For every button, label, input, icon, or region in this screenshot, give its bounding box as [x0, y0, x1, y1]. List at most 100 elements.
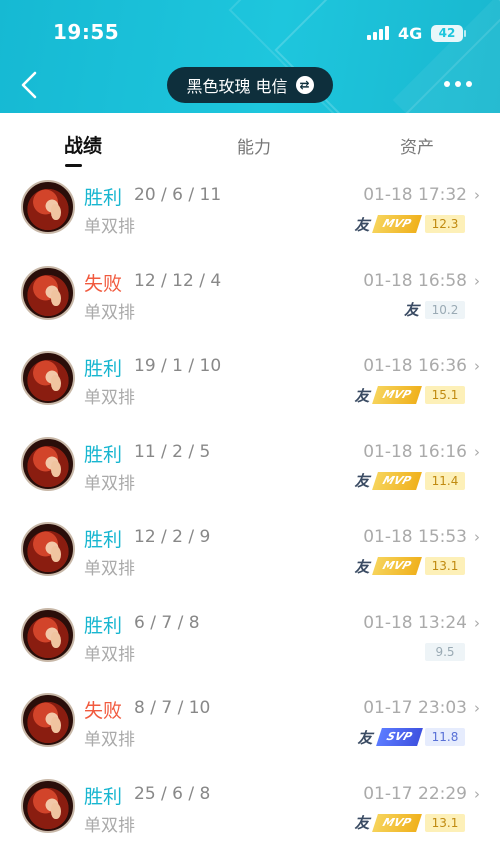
match-row[interactable]: 失败 12 / 12 / 4 单双排 01-18 16:58 › 友 10.2	[0, 258, 500, 343]
match-time: 01-18 13:24	[363, 612, 467, 633]
match-mode: 单双排	[84, 217, 135, 237]
match-mode: 单双排	[84, 815, 135, 836]
match-result: 胜利	[84, 614, 123, 637]
match-mode: 单双排	[84, 559, 135, 579]
match-kda: 8 / 7 / 10	[134, 698, 211, 718]
match-time: 01-17 22:29	[363, 783, 467, 804]
mvp-badge: MVP	[372, 471, 422, 490]
match-badges: 友 MVP 12.3	[354, 214, 465, 234]
match-kda: 11 / 2 / 5	[134, 441, 211, 462]
match-result: 失败	[84, 700, 123, 722]
tab-assets[interactable]: 资产	[400, 133, 434, 158]
svp-badge: SVP	[375, 728, 422, 746]
match-badges: 友 SVP 11.8	[357, 727, 465, 747]
chevron-right-icon: ›	[474, 271, 480, 290]
match-mode: 单双排	[84, 388, 135, 408]
match-result: 胜利	[84, 785, 123, 808]
match-mode: 单双排	[84, 302, 135, 323]
hero-avatar	[21, 693, 75, 747]
chevron-right-icon: ›	[474, 699, 480, 717]
chevron-right-icon: ›	[474, 784, 480, 803]
account-switcher[interactable]: 黑色玫瑰 电信 ⇄	[167, 67, 333, 103]
chevron-right-icon: ›	[474, 186, 480, 204]
match-row[interactable]: 胜利 19 / 1 / 10 单双排 01-18 16:36 › 友 MVP 15.1	[0, 343, 500, 428]
match-time: 01-18 16:58	[363, 270, 467, 291]
match-row[interactable]: 胜利 25 / 6 / 8 单双排 01-17 22:29 › 友 MVP 13.1	[0, 771, 500, 856]
match-time: 01-18 16:36	[363, 356, 467, 376]
battery-icon: 42	[431, 25, 466, 42]
active-tab-indicator	[65, 164, 82, 167]
status-time: 19:55	[53, 20, 120, 44]
match-row[interactable]: 胜利 6 / 7 / 8 单双排 01-18 13:24 › 9.5	[0, 600, 500, 685]
match-mode: 单双排	[84, 473, 135, 494]
match-row[interactable]: 胜利 20 / 6 / 11 单双排 01-18 17:32 › 友 MVP 12.3	[0, 172, 500, 257]
hero-avatar	[21, 436, 75, 491]
match-score: 13.1	[425, 813, 465, 832]
match-badges: 友 MVP 15.1	[354, 385, 465, 405]
signal-icon	[367, 26, 391, 40]
match-kda: 19 / 1 / 10	[134, 356, 222, 376]
friend-badge: 友	[357, 728, 373, 747]
chevron-left-icon	[21, 71, 37, 99]
back-button[interactable]	[18, 70, 44, 100]
mvp-badge: MVP	[372, 215, 422, 233]
friend-badge: 友	[354, 472, 370, 490]
network-label: 4G	[398, 24, 423, 43]
match-kda: 25 / 6 / 8	[134, 783, 211, 804]
match-score: 11.4	[425, 471, 465, 490]
match-badges: 友 10.2	[404, 300, 465, 320]
chevron-right-icon: ›	[474, 442, 480, 461]
match-row[interactable]: 胜利 12 / 2 / 9 单双排 01-18 15:53 › 友 MVP 13.1	[0, 514, 500, 599]
friend-badge: 友	[354, 557, 370, 576]
match-score: 12.3	[425, 215, 465, 233]
top-header: 19:55 4G 42 黑色玫瑰 电信 ⇄	[0, 0, 500, 113]
more-dot-icon	[444, 81, 450, 87]
match-score: 11.8	[425, 728, 465, 746]
chevron-right-icon: ›	[474, 528, 480, 546]
match-badges: 友 MVP 13.1	[354, 813, 465, 833]
friend-badge: 友	[403, 301, 419, 319]
match-row[interactable]: 失败 8 / 7 / 10 单双排 01-17 23:03 › 友 SVP 11.8	[0, 685, 500, 770]
hero-avatar	[21, 351, 75, 405]
match-time: 01-18 17:32	[363, 185, 467, 205]
match-result: 胜利	[84, 443, 123, 466]
match-kda: 12 / 12 / 4	[134, 270, 222, 291]
hero-avatar	[21, 180, 75, 234]
chevron-right-icon: ›	[474, 357, 480, 375]
match-kda: 20 / 6 / 11	[134, 185, 222, 205]
friend-badge: 友	[354, 386, 370, 405]
mvp-badge: MVP	[372, 557, 422, 575]
account-name: 黑色玫瑰 电信	[186, 77, 288, 96]
hero-avatar	[21, 522, 75, 576]
match-mode: 单双排	[84, 644, 135, 665]
mvp-badge: MVP	[372, 813, 422, 832]
more-dot-icon	[455, 81, 461, 87]
match-result: 失败	[84, 272, 123, 295]
match-badges: 9.5	[425, 642, 465, 662]
match-row[interactable]: 胜利 11 / 2 / 5 单双排 01-18 16:16 › 友 MVP 11.4	[0, 429, 500, 514]
match-time: 01-18 16:16	[363, 441, 467, 462]
match-badges: 友 MVP 11.4	[354, 471, 465, 491]
mvp-badge: MVP	[372, 386, 422, 404]
match-score: 13.1	[425, 557, 465, 575]
match-score: 9.5	[425, 642, 465, 661]
match-badges: 友 MVP 13.1	[354, 556, 465, 576]
tab-ability[interactable]: 能力	[237, 133, 271, 158]
match-kda: 12 / 2 / 9	[134, 527, 211, 547]
match-score: 15.1	[425, 386, 465, 404]
friend-badge: 友	[354, 814, 370, 832]
friend-badge: 友	[354, 215, 370, 234]
match-result: 胜利	[84, 187, 123, 209]
match-time: 01-17 23:03	[363, 698, 467, 718]
match-time: 01-18 15:53	[363, 527, 467, 547]
more-button[interactable]	[444, 76, 478, 92]
match-kda: 6 / 7 / 8	[134, 612, 200, 633]
match-result: 胜利	[84, 358, 123, 380]
more-dot-icon	[466, 81, 472, 87]
match-result: 胜利	[84, 529, 123, 551]
tab-records[interactable]: 战绩	[64, 131, 102, 158]
hero-avatar	[21, 265, 75, 320]
hero-avatar	[21, 607, 75, 662]
swap-icon: ⇄	[295, 76, 314, 94]
match-score: 10.2	[425, 300, 465, 319]
